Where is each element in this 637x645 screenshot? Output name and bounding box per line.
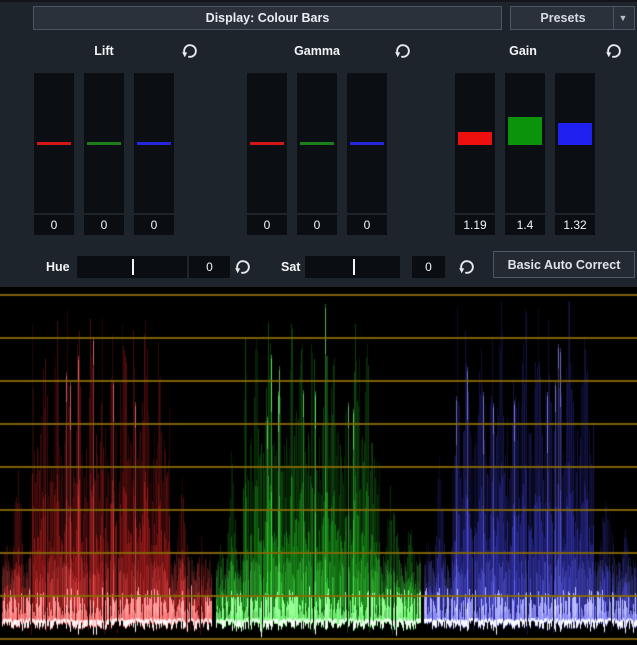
gamma-blue-indicator xyxy=(350,142,384,145)
gamma-blue-slider[interactable] xyxy=(347,73,387,213)
sat-slider[interactable] xyxy=(305,256,400,278)
gamma-green-slider[interactable] xyxy=(297,73,337,213)
hue-value[interactable]: 0 xyxy=(189,256,230,278)
sat-label: Sat xyxy=(281,256,300,278)
presets-label: Presets xyxy=(511,7,615,29)
lift-green-indicator xyxy=(87,142,121,145)
control-panel: Display: Colour Bars Presets ▼ Lift Gamm… xyxy=(0,0,637,287)
gain-section-label: Gain xyxy=(509,44,537,58)
presets-divider xyxy=(613,7,614,29)
lift-green-slider[interactable] xyxy=(84,73,124,213)
basic-auto-correct-button[interactable]: Basic Auto Correct xyxy=(493,251,635,278)
sat-slider-caret xyxy=(353,259,355,275)
gain-reset-icon[interactable] xyxy=(605,42,623,60)
gamma-reset-icon[interactable] xyxy=(394,42,412,60)
colour-correction-window: Display: Colour Bars Presets ▼ Lift Gamm… xyxy=(0,0,637,645)
hue-label: Hue xyxy=(46,256,70,278)
lift-red-indicator xyxy=(37,142,71,145)
lift-section-label: Lift xyxy=(94,44,113,58)
hue-slider[interactable] xyxy=(77,256,187,278)
lift-blue-indicator xyxy=(137,142,171,145)
lift-reset-icon[interactable] xyxy=(181,42,199,60)
sat-value[interactable]: 0 xyxy=(412,256,445,278)
display-mode-button[interactable]: Display: Colour Bars xyxy=(33,6,502,30)
gamma-section-label: Gamma xyxy=(294,44,340,58)
gain-green-value[interactable]: 1.4 xyxy=(505,215,545,235)
waveform-canvas xyxy=(0,287,637,645)
gain-green-indicator xyxy=(508,117,542,145)
lift-red-value[interactable]: 0 xyxy=(34,215,74,235)
window-top-edge xyxy=(0,0,637,2)
gain-red-slider[interactable] xyxy=(455,73,495,213)
gain-blue-slider[interactable] xyxy=(555,73,595,213)
lift-green-value[interactable]: 0 xyxy=(84,215,124,235)
gain-blue-value[interactable]: 1.32 xyxy=(555,215,595,235)
gamma-green-value[interactable]: 0 xyxy=(297,215,337,235)
hue-reset-icon[interactable] xyxy=(234,258,252,276)
waveform-scope xyxy=(0,287,637,645)
presets-button[interactable]: Presets ▼ xyxy=(510,6,635,30)
lift-blue-value[interactable]: 0 xyxy=(134,215,174,235)
gamma-red-indicator xyxy=(250,142,284,145)
gamma-blue-value[interactable]: 0 xyxy=(347,215,387,235)
sat-reset-icon[interactable] xyxy=(458,258,476,276)
gamma-green-indicator xyxy=(300,142,334,145)
gain-red-indicator xyxy=(458,132,492,145)
hue-slider-caret xyxy=(132,259,134,275)
dropdown-caret-icon[interactable]: ▼ xyxy=(616,7,630,29)
lift-blue-slider[interactable] xyxy=(134,73,174,213)
gain-green-slider[interactable] xyxy=(505,73,545,213)
lift-red-slider[interactable] xyxy=(34,73,74,213)
gain-red-value[interactable]: 1.19 xyxy=(455,215,495,235)
gamma-red-value[interactable]: 0 xyxy=(247,215,287,235)
gamma-red-slider[interactable] xyxy=(247,73,287,213)
gain-blue-indicator xyxy=(558,123,592,145)
